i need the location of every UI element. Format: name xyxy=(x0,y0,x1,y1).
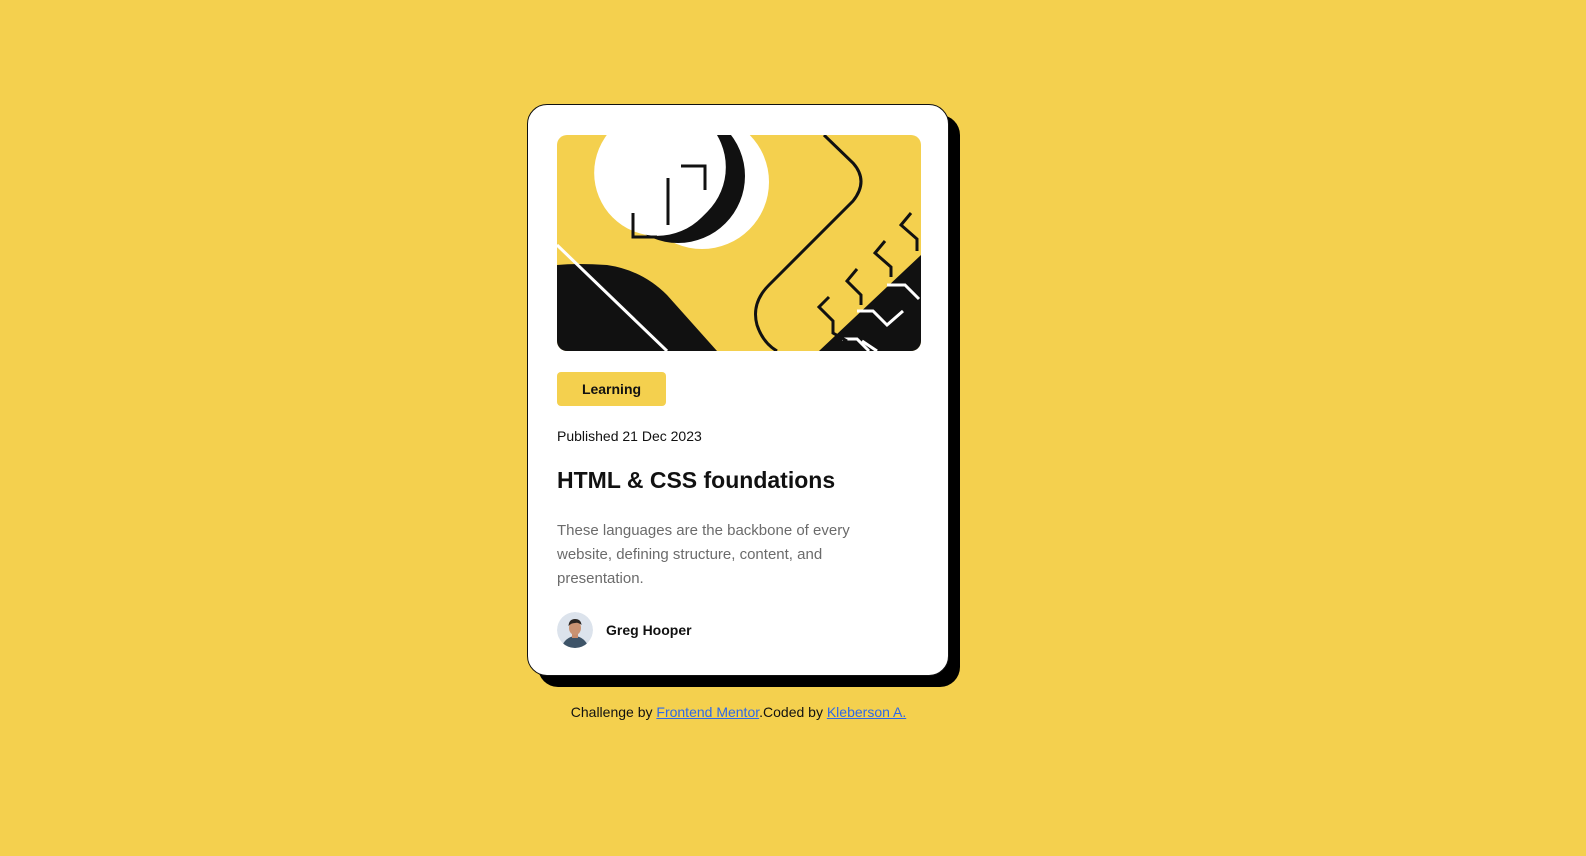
author: Greg Hooper xyxy=(557,612,692,648)
category-tag: Learning xyxy=(557,372,666,406)
card-description: These languages are the backbone of ever… xyxy=(557,522,850,587)
attribution: Challenge by Frontend Mentor.Coded by Kl… xyxy=(0,704,1477,720)
illustration-image xyxy=(557,135,921,351)
publish-date: Published 21 Dec 2023 xyxy=(557,428,702,444)
author-link[interactable]: Kleberson A. xyxy=(827,704,906,720)
author-avatar xyxy=(557,612,593,648)
attribution-middle: .Coded by xyxy=(759,704,827,720)
blog-preview-card: Learning Published 21 Dec 2023 HTML & CS… xyxy=(527,104,949,676)
card-title[interactable]: HTML & CSS foundations xyxy=(557,467,835,494)
attribution-prefix: Challenge by xyxy=(570,704,657,720)
frontend-mentor-link[interactable]: Frontend Mentor xyxy=(656,704,759,720)
author-name: Greg Hooper xyxy=(606,622,692,638)
